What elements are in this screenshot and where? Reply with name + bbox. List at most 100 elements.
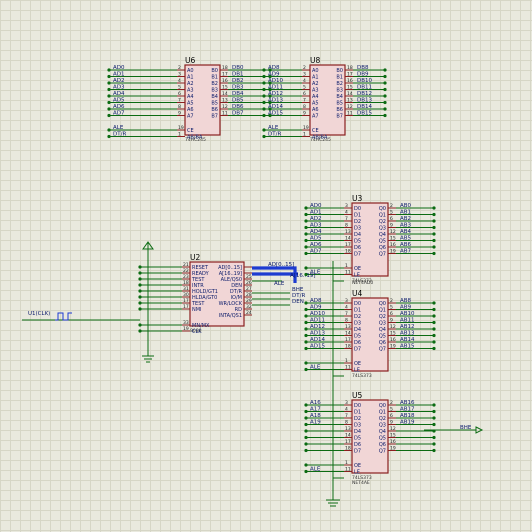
pin-number: 8 (345, 318, 348, 324)
wire-end (304, 212, 308, 217)
pin-number: 32 (246, 304, 252, 310)
net-label: AB5 (400, 236, 412, 242)
u5-net-label: NET4AE (352, 480, 370, 486)
pin-number: 14 (347, 91, 353, 97)
net-label: AB14 (400, 337, 415, 343)
pin-number: 3 (345, 298, 348, 304)
wire-end (432, 403, 436, 407)
net-label-ale: ALE (274, 281, 285, 287)
wire-end (304, 463, 308, 467)
chip-refdes: U3 (352, 194, 362, 203)
wire-end (107, 74, 111, 79)
pin-number: 4 (178, 78, 181, 84)
pin-number: 2 (390, 400, 393, 406)
net-label-den: DEN (292, 299, 304, 305)
pin-number: 17 (347, 72, 353, 78)
pin-name: AB/BA (187, 135, 203, 141)
net-label: ALE (310, 365, 321, 371)
wire-end (107, 81, 111, 85)
pin-number: 23 (183, 274, 189, 280)
net-label: DB1 (232, 72, 244, 78)
net-label: AD15 (268, 111, 283, 117)
net-label: AB15 (400, 344, 415, 350)
pin-name: LE (354, 368, 360, 374)
pin-number: 15 (390, 433, 396, 439)
net-label: AD14 (310, 337, 325, 343)
wire-end (304, 320, 308, 325)
pin-name: D0 (354, 301, 361, 307)
wire-end (304, 367, 308, 372)
pin-number: 24 (246, 310, 252, 316)
wire-end (138, 323, 142, 327)
wire-end (432, 206, 436, 210)
pin-name: A7 (312, 114, 319, 120)
pin-number: 27 (246, 286, 252, 292)
wire-end (304, 409, 308, 414)
pin-name: A5 (187, 101, 194, 107)
wire-end (138, 295, 142, 299)
pin-number: 17 (183, 298, 189, 304)
pin-name: Q2 (379, 416, 386, 422)
wire-end (107, 134, 111, 139)
wire-end (432, 422, 436, 427)
chip-u2[interactable]: U2808621 RESET22 READY23 TEST18 INTR31 HOLD/G… (182, 253, 252, 335)
net-label: AD7 (113, 111, 125, 117)
pin-number: 12 (347, 104, 353, 110)
net-label: AB6 (400, 242, 412, 248)
chip-refdes: U2 (190, 253, 200, 262)
clock-source-icon[interactable] (55, 312, 72, 321)
pin-name: D6 (354, 340, 361, 346)
net-label: AD10 (310, 311, 325, 317)
pin-name: Q3 (379, 423, 386, 429)
wire-end (138, 277, 142, 281)
pin-name: D7 (354, 449, 361, 455)
wire-end (304, 251, 308, 256)
pin-name: OE (354, 463, 361, 469)
pin-name: Q5 (379, 334, 386, 340)
net-label: AB9 (400, 305, 412, 311)
wire-end (432, 225, 436, 230)
pin-name: D3 (354, 423, 361, 429)
net-label: DB2 (232, 78, 244, 84)
wire-end (304, 238, 308, 243)
pin-number: 9 (390, 318, 393, 324)
pin-name: Q6 (379, 340, 386, 346)
pin-number: 11 (345, 270, 351, 276)
pin-number: 2 (390, 203, 393, 209)
pin-name: B3 (336, 88, 343, 94)
wire-end (383, 74, 387, 79)
wire-end (304, 307, 308, 312)
pin-name: D3 (354, 321, 361, 327)
net-label: AD7 (310, 249, 322, 255)
net-label: AD1 (113, 72, 125, 78)
pin-name: B6 (336, 107, 343, 113)
pin-number: 15 (390, 331, 396, 337)
net-label: DB10 (357, 78, 373, 84)
net-label: AD13 (310, 331, 325, 337)
pin-name: CLK (192, 329, 202, 335)
wire-end (304, 435, 308, 440)
pin-name: Q6 (379, 442, 386, 448)
net-label: AD9 (268, 72, 280, 78)
net-label: AD6 (113, 104, 125, 110)
chip-refdes: U4 (352, 289, 362, 298)
wire-end (432, 327, 436, 331)
output-terminal-icon (475, 426, 484, 434)
pin-number: 14 (222, 91, 228, 97)
net-label: AB0 (400, 203, 412, 209)
pin-name: OE (354, 266, 361, 272)
wire-end (432, 333, 436, 338)
wire-end (304, 327, 308, 331)
net-label: A17 (310, 407, 321, 413)
wire-end (383, 100, 387, 105)
net-label: AB4 (400, 229, 412, 235)
net-label: AB12 (400, 324, 415, 330)
pin-name: A4 (312, 94, 319, 100)
wire-end (262, 128, 266, 132)
pin-number: 9 (303, 111, 306, 117)
pin-number: 3 (303, 72, 306, 78)
pin-number: 19 (183, 326, 189, 332)
wire-end (304, 301, 308, 305)
pin-number: 19 (390, 446, 396, 452)
pin-name: Q5 (379, 436, 386, 442)
